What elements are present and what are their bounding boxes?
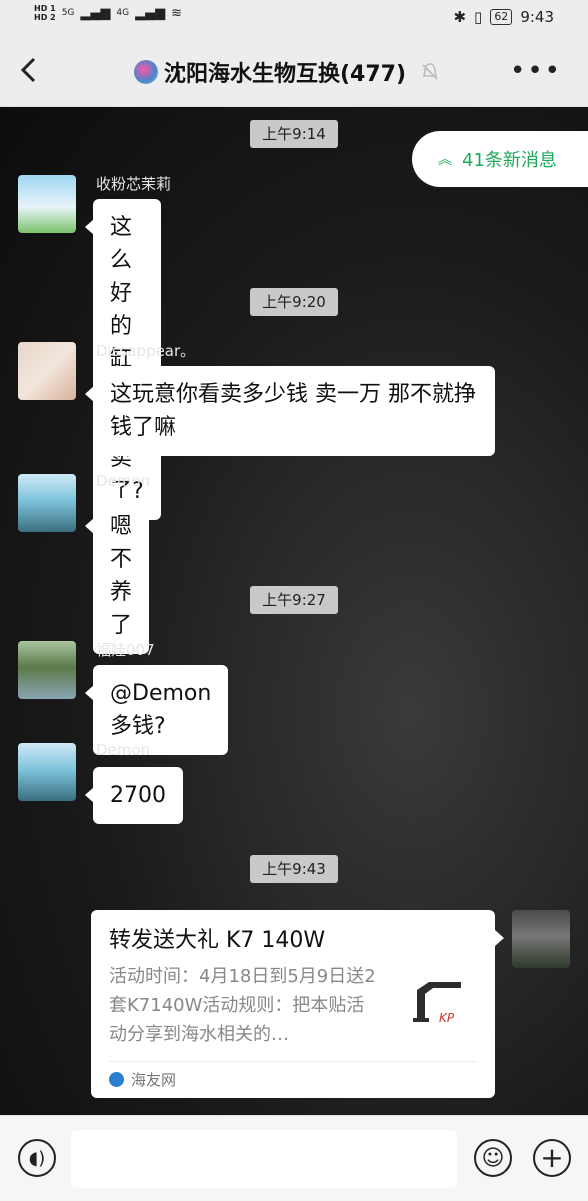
sender-name: Dissappear。 xyxy=(96,342,196,360)
avatar[interactable] xyxy=(18,641,76,699)
svg-text:KP: KP xyxy=(439,1011,455,1025)
hd-indicators: HD 1 HD 2 xyxy=(34,4,56,22)
link-card-source: 海友网 xyxy=(109,1069,176,1090)
hd1-label: HD 1 xyxy=(34,4,56,13)
network-4g-label: 4G xyxy=(116,8,130,18)
source-logo-icon xyxy=(109,1072,124,1087)
input-bar: ◖) ☺ + xyxy=(0,1115,588,1201)
voice-button[interactable]: ◖) xyxy=(18,1139,56,1177)
emoji-icon: ☺ xyxy=(481,1145,505,1171)
sender-name: Demon xyxy=(96,472,151,490)
more-actions-button[interactable]: + xyxy=(533,1139,571,1177)
sender-name: Demon xyxy=(96,741,151,759)
status-right: ✱ ▯ 62 9:43 xyxy=(453,8,554,26)
message-bubble[interactable]: 这玩意你看卖多少钱 卖一万 那不就挣钱了嘛 xyxy=(85,366,495,456)
timestamp: 上午9:43 xyxy=(250,855,338,883)
group-emoji-icon xyxy=(134,60,158,84)
clock: 9:43 xyxy=(520,8,554,26)
vibrate-icon: ▯ xyxy=(474,8,483,26)
new-messages-label: 41条新消息 xyxy=(462,150,557,171)
chat-header: 沈阳海水生物互换(477) ••• xyxy=(0,38,588,107)
signal-icon-2: ▂▄▆ xyxy=(135,5,166,21)
avatar[interactable] xyxy=(18,474,76,532)
bell-off-icon xyxy=(422,63,438,80)
link-card-title: 转发送大礼 K7 140W xyxy=(109,928,326,953)
signal-icon: ▂▄▆ xyxy=(80,5,111,21)
status-left: HD 1 HD 2 5G ▂▄▆ 4G ▂▄▆ ≋ xyxy=(34,4,182,22)
bluetooth-icon: ✱ xyxy=(453,8,467,26)
group-title: 沈阳海水生物互换(477) xyxy=(164,62,407,87)
back-button[interactable] xyxy=(18,56,46,84)
status-bar: HD 1 HD 2 5G ▂▄▆ 4G ▂▄▆ ≋ ✱ ▯ 62 9:43 xyxy=(0,0,588,38)
more-button[interactable]: ••• xyxy=(510,56,562,86)
title-area[interactable]: 沈阳海水生物互换(477) xyxy=(134,56,440,88)
network-5g-label: 5G xyxy=(61,8,75,18)
new-messages-button[interactable]: ︽ 41条新消息 xyxy=(412,131,588,187)
product-thumbnail-image: KP xyxy=(403,968,473,1038)
voice-icon: ◖) xyxy=(28,1147,46,1169)
link-card-description: 活动时间：4月18日到5月9日送2套K7140W活动规则：把本贴活动分享到海水相… xyxy=(109,966,376,1045)
chat-area[interactable]: 上午9:14 ︽ 41条新消息 收粉芯茉莉 这么好的缸就这卖了? 上午9:20 … xyxy=(0,107,588,1115)
plus-icon: + xyxy=(540,1141,564,1174)
divider xyxy=(109,1061,477,1062)
source-name: 海友网 xyxy=(131,1071,177,1089)
wifi-icon: ≋ xyxy=(171,5,182,21)
chevron-left-icon xyxy=(20,57,36,83)
more-dots-icon: ••• xyxy=(509,56,562,86)
message-bubble[interactable]: 2700 xyxy=(85,767,183,824)
sender-name: 收粉芯茉莉 xyxy=(96,175,172,193)
double-chevron-up-icon: ︽ xyxy=(438,152,452,168)
hd2-label: HD 2 xyxy=(34,13,56,22)
self-avatar[interactable] xyxy=(512,910,570,968)
timestamp: 上午9:27 xyxy=(250,586,338,614)
avatar[interactable] xyxy=(18,743,76,801)
timestamp: 上午9:20 xyxy=(250,288,338,316)
avatar[interactable] xyxy=(18,175,76,233)
emoji-button[interactable]: ☺ xyxy=(474,1139,512,1177)
message-input[interactable] xyxy=(71,1130,457,1188)
timestamp: 上午9:14 xyxy=(250,120,338,148)
link-card[interactable]: 转发送大礼 K7 140W 活动时间：4月18日到5月9日送2套K7140W活动… xyxy=(91,910,504,1098)
sender-name: 福娃007 xyxy=(96,641,155,659)
avatar[interactable] xyxy=(18,342,76,400)
message-bubble[interactable]: 嗯 不养了 xyxy=(84,498,150,654)
battery-indicator: 62 xyxy=(490,9,513,25)
